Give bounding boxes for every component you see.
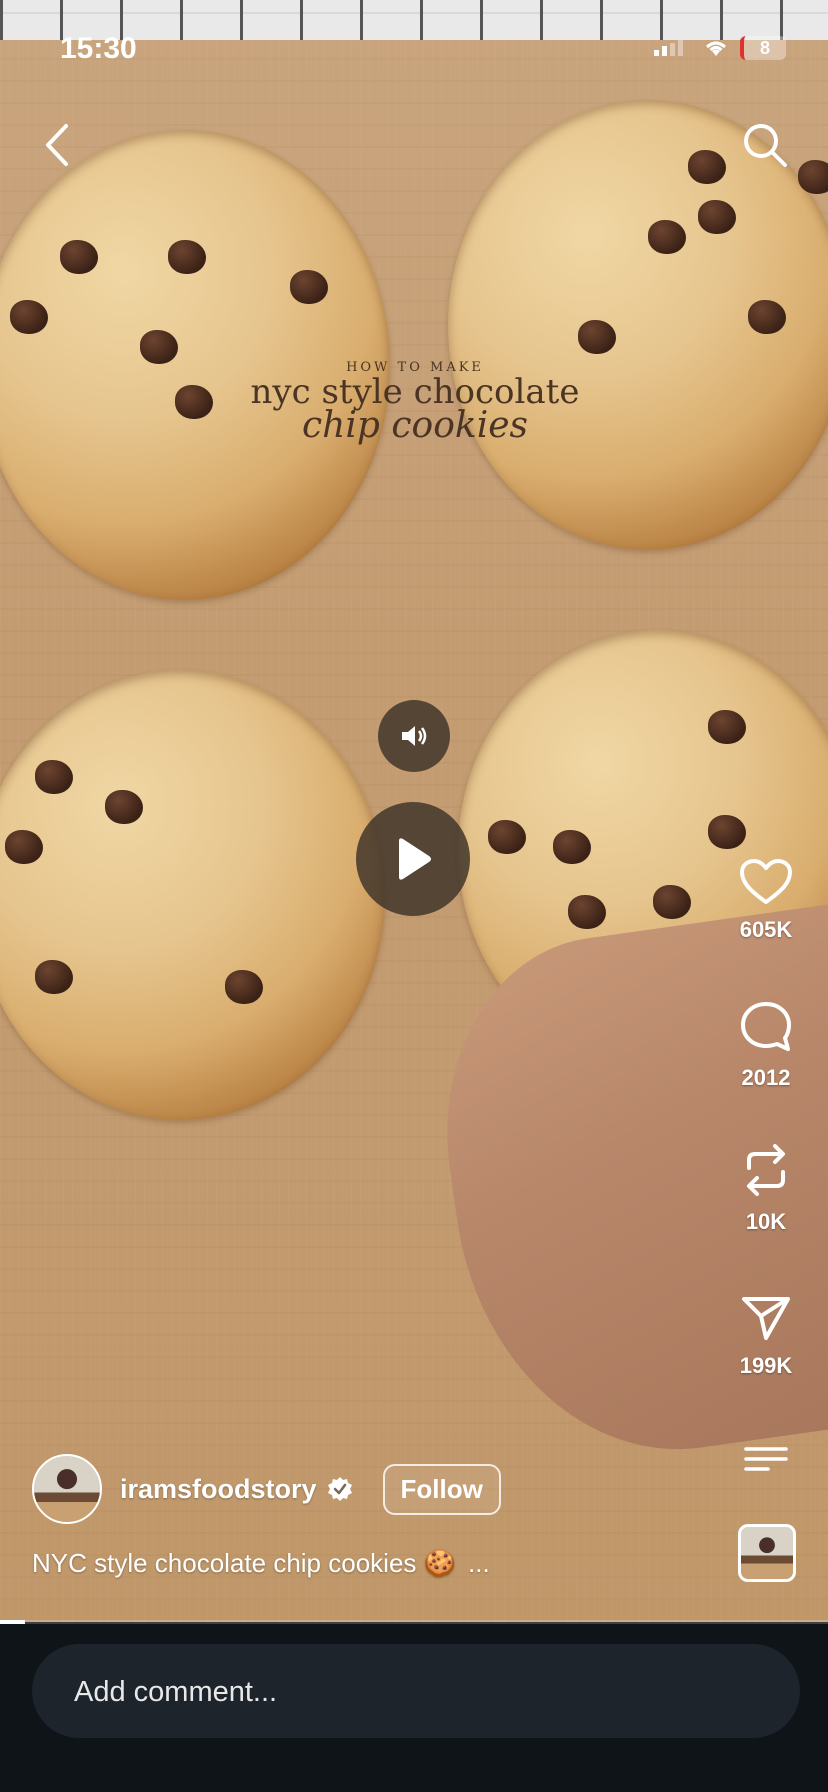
repost-action[interactable]: 10K — [726, 1142, 806, 1235]
repost-count: 10K — [745, 1209, 787, 1234]
wifi-icon — [706, 41, 726, 56]
cookie-bottom-left — [0, 670, 385, 1120]
audio-thumbnail[interactable] — [738, 1524, 796, 1582]
signal-icon — [654, 40, 683, 56]
status-time: 15:30 — [60, 32, 137, 65]
comment-box[interactable] — [32, 1644, 800, 1740]
play-button[interactable] — [356, 802, 470, 916]
author-row: iramsfoodstory Follow — [32, 1454, 501, 1524]
comment-bubble-icon[interactable] — [739, 1000, 793, 1054]
play-icon — [399, 838, 431, 880]
comment-count: 2012 — [741, 1065, 791, 1090]
menu-icon[interactable] — [744, 1446, 788, 1472]
heart-icon[interactable] — [739, 858, 793, 906]
search-icon[interactable] — [740, 120, 790, 170]
status-bar: 15:30 8 — [0, 0, 828, 100]
video-overlay-title: HOW TO MAKE nyc style chocolate chip coo… — [250, 360, 580, 446]
comment-input[interactable] — [72, 1644, 756, 1740]
comment-action[interactable]: 2012 — [726, 1000, 806, 1091]
repost-icon[interactable] — [741, 1142, 791, 1198]
caption-more[interactable]: ... — [468, 1548, 490, 1578]
chevron-left-icon[interactable] — [40, 122, 74, 168]
overlay-line2: chip cookies — [302, 405, 528, 446]
like-count: 605K — [739, 917, 793, 942]
bottom-bar — [0, 1624, 828, 1792]
share-count: 199K — [739, 1353, 793, 1378]
caption-text: NYC style chocolate chip cookies 🍪 — [32, 1548, 456, 1578]
speaker-icon — [402, 726, 427, 746]
username[interactable]: iramsfoodstory — [120, 1474, 317, 1505]
overlay-line1: nyc style chocolate — [250, 372, 580, 412]
share-action[interactable]: 199K — [726, 1294, 806, 1379]
like-action[interactable]: 605K — [726, 858, 806, 943]
verified-badge-icon — [327, 1477, 352, 1501]
sound-button[interactable] — [378, 700, 450, 772]
battery-indicator: 8 — [740, 36, 786, 60]
caption[interactable]: NYC style chocolate chip cookies 🍪... — [32, 1548, 490, 1579]
follow-button[interactable]: Follow — [382, 1463, 501, 1515]
avatar[interactable] — [32, 1454, 102, 1524]
send-icon[interactable] — [740, 1294, 792, 1342]
